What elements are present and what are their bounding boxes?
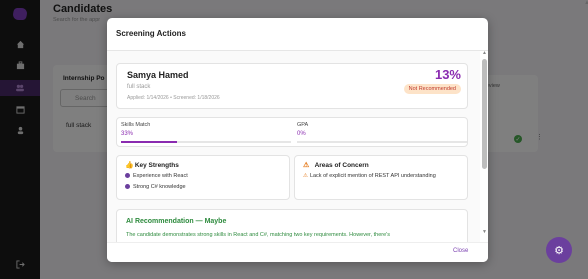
thumbs-up-icon: 👍	[125, 162, 134, 169]
key-strengths-title: Key Strengths	[134, 162, 179, 169]
warning-icon: ⚠	[303, 173, 308, 179]
skills-match-value: 33%	[121, 131, 134, 137]
strength-item: Strong C# knowledge	[125, 184, 186, 190]
modal-scrollbar-thumb[interactable]	[482, 59, 487, 169]
ai-recommendation-text: The candidate demonstrates strong skills…	[126, 232, 390, 238]
gpa-label: GPA	[297, 122, 309, 128]
status-badge: Not Recommended	[403, 84, 461, 94]
concern-item: ⚠ Lack of explicit mention of REST API un…	[303, 173, 436, 179]
warning-icon: ⚠	[303, 162, 310, 169]
ai-recommendation-card: AI Recommendation — Maybe The candidate …	[116, 209, 468, 242]
settings-button[interactable]: ⚙	[546, 237, 572, 263]
gpa-bar	[297, 141, 467, 143]
ai-recommendation-title: AI Recommendation — Maybe	[126, 218, 227, 225]
areas-of-concern-title: Areas of Concern	[314, 162, 369, 169]
scroll-up-arrow[interactable]: ▲	[482, 50, 487, 56]
strength-item: Experience with React	[125, 173, 188, 179]
gear-icon: ⚙	[554, 244, 564, 257]
check-circle-icon	[125, 184, 130, 190]
skills-match-fill	[121, 141, 178, 143]
scroll-down-arrow[interactable]: ▼	[482, 229, 487, 235]
candidate-name: Samya Hamed	[127, 70, 189, 80]
skills-match-label: Skills Match	[121, 122, 151, 128]
areas-of-concern-card: ⚠ Areas of Concern ⚠ Lack of explicit men…	[294, 155, 468, 200]
screening-modal: Screening Actions Samya Hamed full stack…	[107, 18, 488, 262]
close-button[interactable]: Close	[453, 248, 468, 254]
stats-card: Skills Match 33% GPA 0%	[116, 117, 468, 147]
candidate-profile-card: Samya Hamed full stack Applied: 1/14/202…	[116, 63, 468, 109]
modal-title: Screening Actions	[116, 29, 186, 38]
modal-footer: Close	[107, 242, 488, 262]
key-strengths-card: 👍 Key Strengths Experience with React St…	[116, 155, 290, 200]
modal-content[interactable]: Samya Hamed full stack Applied: 1/14/202…	[107, 51, 480, 242]
check-circle-icon	[125, 173, 130, 179]
candidate-dates: Applied: 1/14/2026 • Screened: 1/18/2026	[127, 95, 220, 101]
gpa-value: 0%	[297, 131, 306, 137]
page-scroll-arrow[interactable]: ▲	[584, 0, 588, 6]
key-strengths-header: 👍 Key Strengths	[125, 161, 179, 169]
skills-match-bar	[121, 141, 291, 143]
areas-of-concern-header: ⚠ Areas of Concern	[303, 161, 369, 169]
candidate-role: full stack	[127, 84, 151, 90]
candidate-score: 13%	[434, 67, 461, 82]
